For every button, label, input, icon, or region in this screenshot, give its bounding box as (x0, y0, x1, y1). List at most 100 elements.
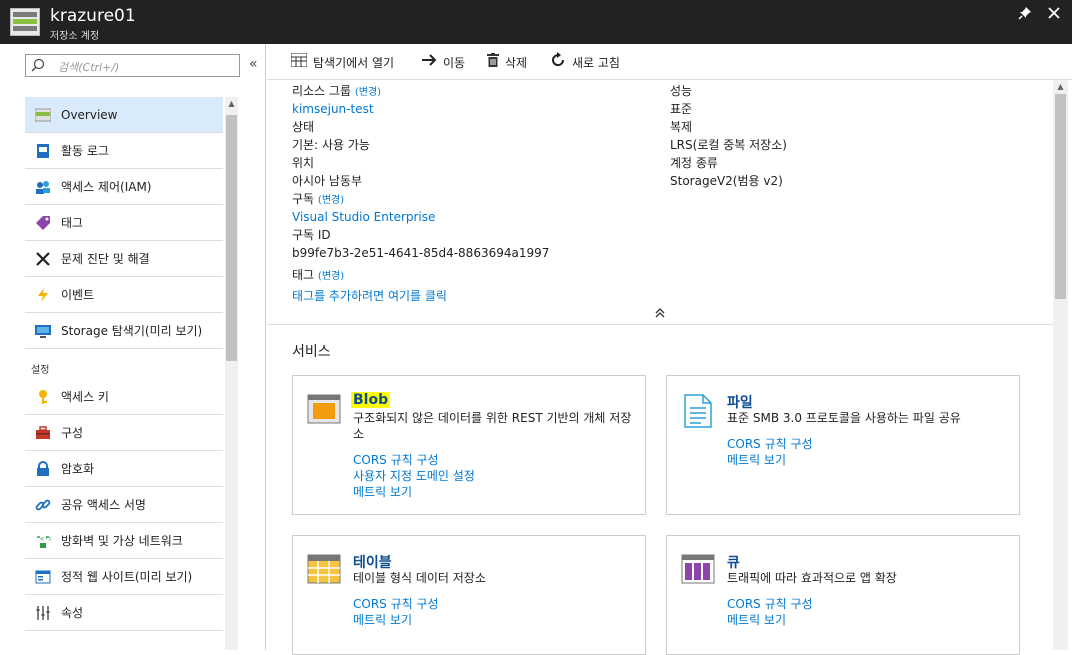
tags-label: 태그 (변경) (292, 268, 345, 282)
wrench-icon (35, 251, 51, 267)
collapse-essentials-icon[interactable] (654, 308, 666, 321)
key-icon (35, 389, 51, 405)
nav-item-access-keys[interactable]: 액세스 키 (25, 379, 223, 415)
nav-item-sas[interactable]: 공유 액세스 서명 (25, 487, 223, 523)
replication-value: LRS(로컬 중복 저장소) (670, 138, 787, 152)
move-label: 이동 (443, 55, 466, 70)
svg-text:<·>: <·> (40, 535, 51, 543)
resource-group-label: 리소스 그룹 (변경) (292, 84, 382, 98)
location-label: 위치 (292, 156, 315, 170)
scroll-up-icon[interactable]: ▲ (1053, 80, 1068, 94)
activity-log-icon (35, 143, 51, 159)
storage-explorer-icon (35, 323, 51, 339)
nav-item-overview[interactable]: Overview (25, 97, 223, 133)
storage-account-icon (10, 8, 40, 36)
nav-item-properties[interactable]: 속성 (25, 595, 223, 631)
queue-links: CORS 규칙 구성 메트릭 보기 (727, 596, 1007, 628)
subscription-id-value: b99fe7b3-2e51-4641-85d4-8863694a1997 (292, 246, 550, 260)
delete-button[interactable]: 삭제 (487, 53, 527, 71)
file-service-card[interactable]: 파일 표준 SMB 3.0 프로토콜을 사용하는 파일 공유 CORS 규칙 구… (666, 375, 1020, 515)
blob-icon (307, 394, 341, 424)
window-title: krazure01 (50, 6, 136, 26)
refresh-button[interactable]: 새로 고침 (550, 52, 620, 71)
close-icon[interactable] (1045, 4, 1063, 24)
search-icon (31, 58, 45, 76)
search-placeholder: 검색(Ctrl+/) (58, 61, 120, 74)
performance-label: 성능 (670, 84, 693, 98)
nav-item-encryption[interactable]: 암호화 (25, 451, 223, 487)
queue-metrics-link[interactable]: 메트릭 보기 (727, 612, 1007, 628)
nav-item-label: Storage 탐색기(미리 보기) (61, 324, 203, 338)
queue-title[interactable]: 큐 (727, 552, 740, 572)
add-tags-link[interactable]: 태그를 추가하려면 여기를 클릭 (292, 287, 652, 305)
file-links: CORS 규칙 구성 메트릭 보기 (727, 436, 1007, 468)
nav-section-settings: 설정 (31, 365, 50, 376)
change-tags-link[interactable]: (변경) (318, 271, 344, 282)
nav-item-firewall[interactable]: <·> 방화벽 및 가상 네트워크 (25, 523, 223, 559)
blob-cors-link[interactable]: CORS 규칙 구성 (353, 452, 633, 468)
blob-metrics-link[interactable]: 메트릭 보기 (353, 484, 633, 500)
nav-item-storage-explorer[interactable]: Storage 탐색기(미리 보기) (25, 313, 223, 349)
nav-item-label: 이벤트 (61, 288, 95, 302)
nav-item-events[interactable]: 이벤트 (25, 277, 223, 313)
website-icon (35, 569, 51, 585)
window-subtitle: 저장소 계정 (50, 31, 100, 42)
account-kind-value: StorageV2(범용 v2) (670, 174, 783, 188)
nav-item-label: 공유 액세스 서명 (61, 498, 146, 512)
blob-title[interactable]: Blob (351, 392, 391, 408)
status-value: 기본: 사용 가능 (292, 138, 370, 152)
lock-icon (35, 460, 51, 477)
nav-item-diagnose[interactable]: 문제 진단 및 해결 (25, 241, 223, 277)
left-navigation: 검색(Ctrl+/) « Overview 활동 로그 액세스 제어(IAM) (0, 44, 266, 650)
table-cors-link[interactable]: CORS 규칙 구성 (353, 596, 633, 612)
queue-service-card[interactable]: 큐 트래픽에 따라 효과적으로 앱 확장 CORS 규칙 구성 메트릭 보기 (666, 535, 1020, 655)
blob-custom-domain-link[interactable]: 사용자 지정 도메인 설정 (353, 468, 633, 484)
table-metrics-link[interactable]: 메트릭 보기 (353, 612, 633, 628)
nav-item-configuration[interactable]: 구성 (25, 415, 223, 451)
nav-item-activity-log[interactable]: 활동 로그 (25, 133, 223, 169)
change-subscription-link[interactable]: (변경) (318, 195, 344, 206)
nav-item-label: 태그 (61, 216, 84, 230)
replication-label: 복제 (670, 120, 693, 134)
content-scrollbar[interactable]: ▲ (1053, 80, 1068, 650)
queue-cors-link[interactable]: CORS 규칙 구성 (727, 596, 1007, 612)
open-explorer-button[interactable]: 탐색기에서 열기 (290, 52, 395, 71)
scroll-up-icon[interactable]: ▲ (225, 97, 238, 111)
table-service-card[interactable]: 테이블 테이블 형식 데이터 저장소 CORS 규칙 구성 메트릭 보기 (292, 535, 646, 655)
iam-icon (35, 179, 51, 195)
firewall-icon: <·> (35, 533, 53, 549)
nav-scrollbar[interactable]: ▲ (225, 97, 238, 650)
file-cors-link[interactable]: CORS 규칙 구성 (727, 436, 1007, 452)
pin-icon[interactable] (1016, 6, 1034, 24)
scrollbar-thumb[interactable] (1055, 94, 1066, 299)
essentials-right-column: 성능 표준 복제 LRS(로컬 중복 저장소) 계정 종류 StorageV2(… (670, 82, 1030, 190)
collapse-menu-icon[interactable]: « (249, 56, 258, 72)
blob-service-card[interactable]: Blob 구조화되지 않은 데이터를 위한 REST 기반의 개체 저장소 CO… (292, 375, 646, 515)
performance-value: 표준 (670, 102, 693, 116)
blob-links: CORS 규칙 구성 사용자 지정 도메인 설정 메트릭 보기 (353, 452, 633, 500)
properties-icon (35, 605, 51, 621)
scrollbar-thumb[interactable] (226, 115, 237, 361)
nav-item-label: 방화벽 및 가상 네트워크 (61, 534, 183, 548)
nav-item-tags[interactable]: 태그 (25, 205, 223, 241)
nav-item-label: 액세스 제어(IAM) (61, 180, 152, 194)
subscription-id-label: 구독 ID (292, 228, 331, 242)
table-title[interactable]: 테이블 (353, 552, 392, 572)
nav-item-label: 액세스 키 (61, 390, 109, 404)
tag-icon (35, 215, 51, 231)
services-heading: 서비스 (292, 344, 331, 360)
nav-item-iam[interactable]: 액세스 제어(IAM) (25, 169, 223, 205)
nav-item-label: 속성 (61, 606, 84, 620)
file-title[interactable]: 파일 (727, 392, 753, 412)
change-resource-group-link[interactable]: (변경) (355, 87, 381, 98)
table-description: 테이블 형식 데이터 저장소 (353, 571, 486, 585)
open-explorer-label: 탐색기에서 열기 (313, 55, 395, 70)
file-metrics-link[interactable]: 메트릭 보기 (727, 452, 1007, 468)
subscription-link[interactable]: Visual Studio Enterprise (292, 208, 652, 226)
resource-group-link[interactable]: kimsejun-test (292, 100, 652, 118)
queue-description: 트래픽에 따라 효과적으로 앱 확장 (727, 571, 897, 585)
search-input[interactable]: 검색(Ctrl+/) (25, 54, 240, 77)
nav-item-static-website[interactable]: 정적 웹 사이트(미리 보기) (25, 559, 223, 595)
file-description: 표준 SMB 3.0 프로토콜을 사용하는 파일 공유 (727, 411, 961, 425)
move-button[interactable]: 이동 (421, 53, 465, 71)
